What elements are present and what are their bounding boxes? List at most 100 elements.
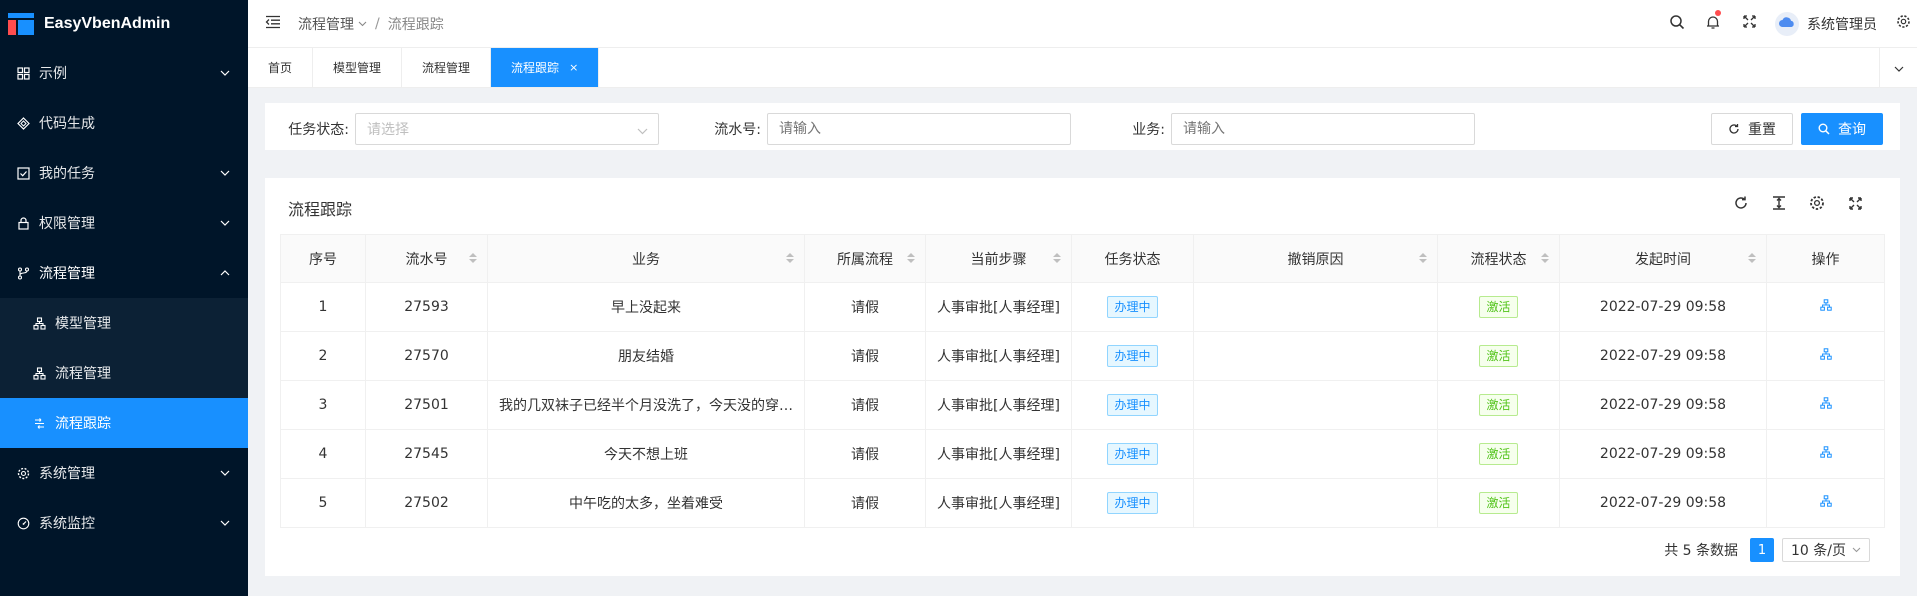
sitemap-icon bbox=[1819, 299, 1832, 311]
view-flowchart-button[interactable] bbox=[1819, 446, 1832, 458]
cell-reason bbox=[1193, 331, 1438, 381]
sidebar-item-label: 我的任务 bbox=[39, 166, 95, 182]
cell-process: 请假 bbox=[804, 331, 926, 381]
tab-process-manage[interactable]: 流程管理 bbox=[402, 48, 492, 87]
column-header-current-step[interactable]: 当前步骤 bbox=[925, 234, 1072, 283]
table-row[interactable]: 1 27593 早上没起来 请假 人事审批[人事经理] 办理中 激活 2022-07-29 0… bbox=[280, 282, 1885, 332]
tab-model-manage[interactable]: 模型管理 bbox=[313, 48, 403, 87]
cell-reason bbox=[1193, 429, 1438, 479]
cell-process: 请假 bbox=[804, 282, 926, 332]
menu-collapse-button[interactable] bbox=[258, 15, 288, 33]
breadcrumb-separator: / bbox=[375, 15, 380, 32]
breadcrumb-current: 流程跟踪 bbox=[387, 16, 444, 33]
breadcrumb: 流程管理 / 流程跟踪 bbox=[298, 14, 444, 34]
tab-close-icon[interactable]: × bbox=[569, 61, 578, 74]
cell-index: 4 bbox=[280, 429, 366, 479]
column-header-business[interactable]: 业务 bbox=[487, 234, 805, 283]
sidebar-item-system-manage[interactable]: 系统管理 bbox=[0, 448, 248, 498]
breadcrumb-parent[interactable]: 流程管理 bbox=[298, 14, 354, 34]
column-header-actions: 操作 bbox=[1766, 234, 1885, 283]
search-button[interactable] bbox=[1659, 0, 1695, 48]
notification-button[interactable] bbox=[1695, 0, 1731, 48]
sort-icon[interactable] bbox=[786, 253, 794, 263]
field-label: 业务: bbox=[1132, 122, 1165, 138]
query-button[interactable]: 查询 bbox=[1801, 113, 1883, 145]
sidebar-item-example[interactable]: 示例 bbox=[0, 48, 248, 98]
sidebar-item-process[interactable]: 流程管理 bbox=[0, 248, 248, 298]
field-label: 任务状态: bbox=[288, 122, 349, 138]
sitemap-icon bbox=[1819, 495, 1832, 507]
table-row[interactable]: 4 27545 今天不想上班 请假 人事审批[人事经理] 办理中 激活 2022-07-29 … bbox=[280, 429, 1885, 479]
refresh-icon bbox=[1733, 195, 1749, 215]
refresh-button[interactable] bbox=[1722, 194, 1760, 216]
serial-input[interactable] bbox=[767, 113, 1071, 145]
view-flowchart-button[interactable] bbox=[1819, 495, 1832, 507]
cell-actions bbox=[1766, 478, 1885, 528]
sitemap-icon bbox=[32, 316, 46, 330]
sidebar-subitem-process-track[interactable]: 流程跟踪 bbox=[0, 398, 248, 448]
cell-flow-status: 激活 bbox=[1437, 331, 1560, 381]
user-dropdown[interactable]: 系统管理员 bbox=[1767, 0, 1889, 48]
table-row[interactable]: 2 27570 朋友结婚 请假 人事审批[人事经理] 办理中 激活 2022-07-29 09… bbox=[280, 331, 1885, 381]
reset-button[interactable]: 重置 bbox=[1711, 113, 1793, 145]
bell-icon bbox=[1705, 14, 1721, 34]
button-label: 查询 bbox=[1838, 122, 1866, 138]
tab-home[interactable]: 首页 bbox=[248, 48, 314, 87]
sidebar-item-label: 权限管理 bbox=[39, 216, 95, 232]
cell-step: 人事审批[人事经理] bbox=[925, 429, 1072, 479]
fullscreen-button[interactable] bbox=[1836, 194, 1874, 216]
page-size-select[interactable]: 10 条/页 bbox=[1782, 538, 1870, 562]
table-title: 流程跟踪 bbox=[288, 200, 353, 219]
table-card: 流程跟踪 序号 流水号 业务 所属流程 当前步骤 任务状态 撤销原因 流程状态 发起时间 操作 1… bbox=[265, 178, 1900, 576]
table-header-row: 序号 流水号 业务 所属流程 当前步骤 任务状态 撤销原因 流程状态 发起时间 操作 bbox=[280, 234, 1885, 283]
tab-process-track[interactable]: 流程跟踪 × bbox=[491, 48, 600, 87]
sort-icon[interactable] bbox=[1541, 253, 1549, 263]
view-flowchart-button[interactable] bbox=[1819, 397, 1832, 409]
column-header-process[interactable]: 所属流程 bbox=[804, 234, 926, 283]
cell-task-status: 办理中 bbox=[1071, 478, 1194, 528]
table-row[interactable]: 5 27502 中午吃的太多，坐着难受 请假 人事审批[人事经理] 办理中 激活 2022-0… bbox=[280, 478, 1885, 528]
page-number-button[interactable]: 1 bbox=[1750, 538, 1775, 562]
logo[interactable]: EasyVbenAdmin bbox=[0, 0, 248, 48]
sidebar: EasyVbenAdmin 示例 代码生成 我的任务 权限管理 流程管理 模型管… bbox=[0, 0, 248, 596]
density-button[interactable] bbox=[1760, 194, 1798, 216]
view-flowchart-button[interactable] bbox=[1819, 348, 1832, 360]
sidebar-item-permission[interactable]: 权限管理 bbox=[0, 198, 248, 248]
sort-icon[interactable] bbox=[1419, 253, 1427, 263]
cell-step: 人事审批[人事经理] bbox=[925, 380, 1072, 430]
sort-icon[interactable] bbox=[469, 253, 477, 263]
flow-status-tag: 激活 bbox=[1479, 296, 1518, 318]
table-row[interactable]: 3 27501 我的几双袜子已经半个月没洗了，今天没的穿… 请假 人事审批[人事经理] 办… bbox=[280, 380, 1885, 430]
cell-index: 1 bbox=[280, 282, 366, 332]
business-input[interactable] bbox=[1171, 113, 1475, 145]
view-flowchart-button[interactable] bbox=[1819, 299, 1832, 311]
cell-step: 人事审批[人事经理] bbox=[925, 282, 1072, 332]
column-header-flow-status[interactable]: 流程状态 bbox=[1437, 234, 1560, 283]
sort-icon[interactable] bbox=[1053, 253, 1061, 263]
column-header-serial[interactable]: 流水号 bbox=[365, 234, 488, 283]
button-label: 重置 bbox=[1748, 122, 1776, 138]
sort-icon[interactable] bbox=[1748, 253, 1756, 263]
column-header-label: 撤销原因 bbox=[1287, 251, 1344, 268]
cell-reason bbox=[1193, 478, 1438, 528]
settings-button[interactable] bbox=[1889, 0, 1917, 48]
fullscreen-button[interactable] bbox=[1731, 0, 1767, 48]
cell-step: 人事审批[人事经理] bbox=[925, 478, 1072, 528]
logo-icon bbox=[8, 13, 34, 35]
sidebar-item-system-monitor[interactable]: 系统监控 bbox=[0, 498, 248, 548]
sidebar-item-codegen[interactable]: 代码生成 bbox=[0, 98, 248, 148]
column-settings-button[interactable] bbox=[1798, 194, 1836, 216]
tabs-more-button[interactable] bbox=[1879, 48, 1917, 87]
sidebar-subitem-process-manage[interactable]: 流程管理 bbox=[0, 348, 248, 398]
sidebar-subitem-model-manage[interactable]: 模型管理 bbox=[0, 298, 248, 348]
task-status-select[interactable]: 请选择 bbox=[355, 113, 659, 145]
sidebar-item-mytasks[interactable]: 我的任务 bbox=[0, 148, 248, 198]
cell-serial: 27545 bbox=[365, 429, 488, 479]
column-header-label: 发起时间 bbox=[1635, 251, 1691, 268]
column-header-start-time[interactable]: 发起时间 bbox=[1559, 234, 1767, 283]
column-header-revoke-reason[interactable]: 撤销原因 bbox=[1193, 234, 1438, 283]
column-header-label: 流程状态 bbox=[1470, 251, 1527, 268]
task-status-tag: 办理中 bbox=[1107, 443, 1158, 465]
sort-icon[interactable] bbox=[907, 253, 915, 263]
cell-flow-status: 激活 bbox=[1437, 282, 1560, 332]
